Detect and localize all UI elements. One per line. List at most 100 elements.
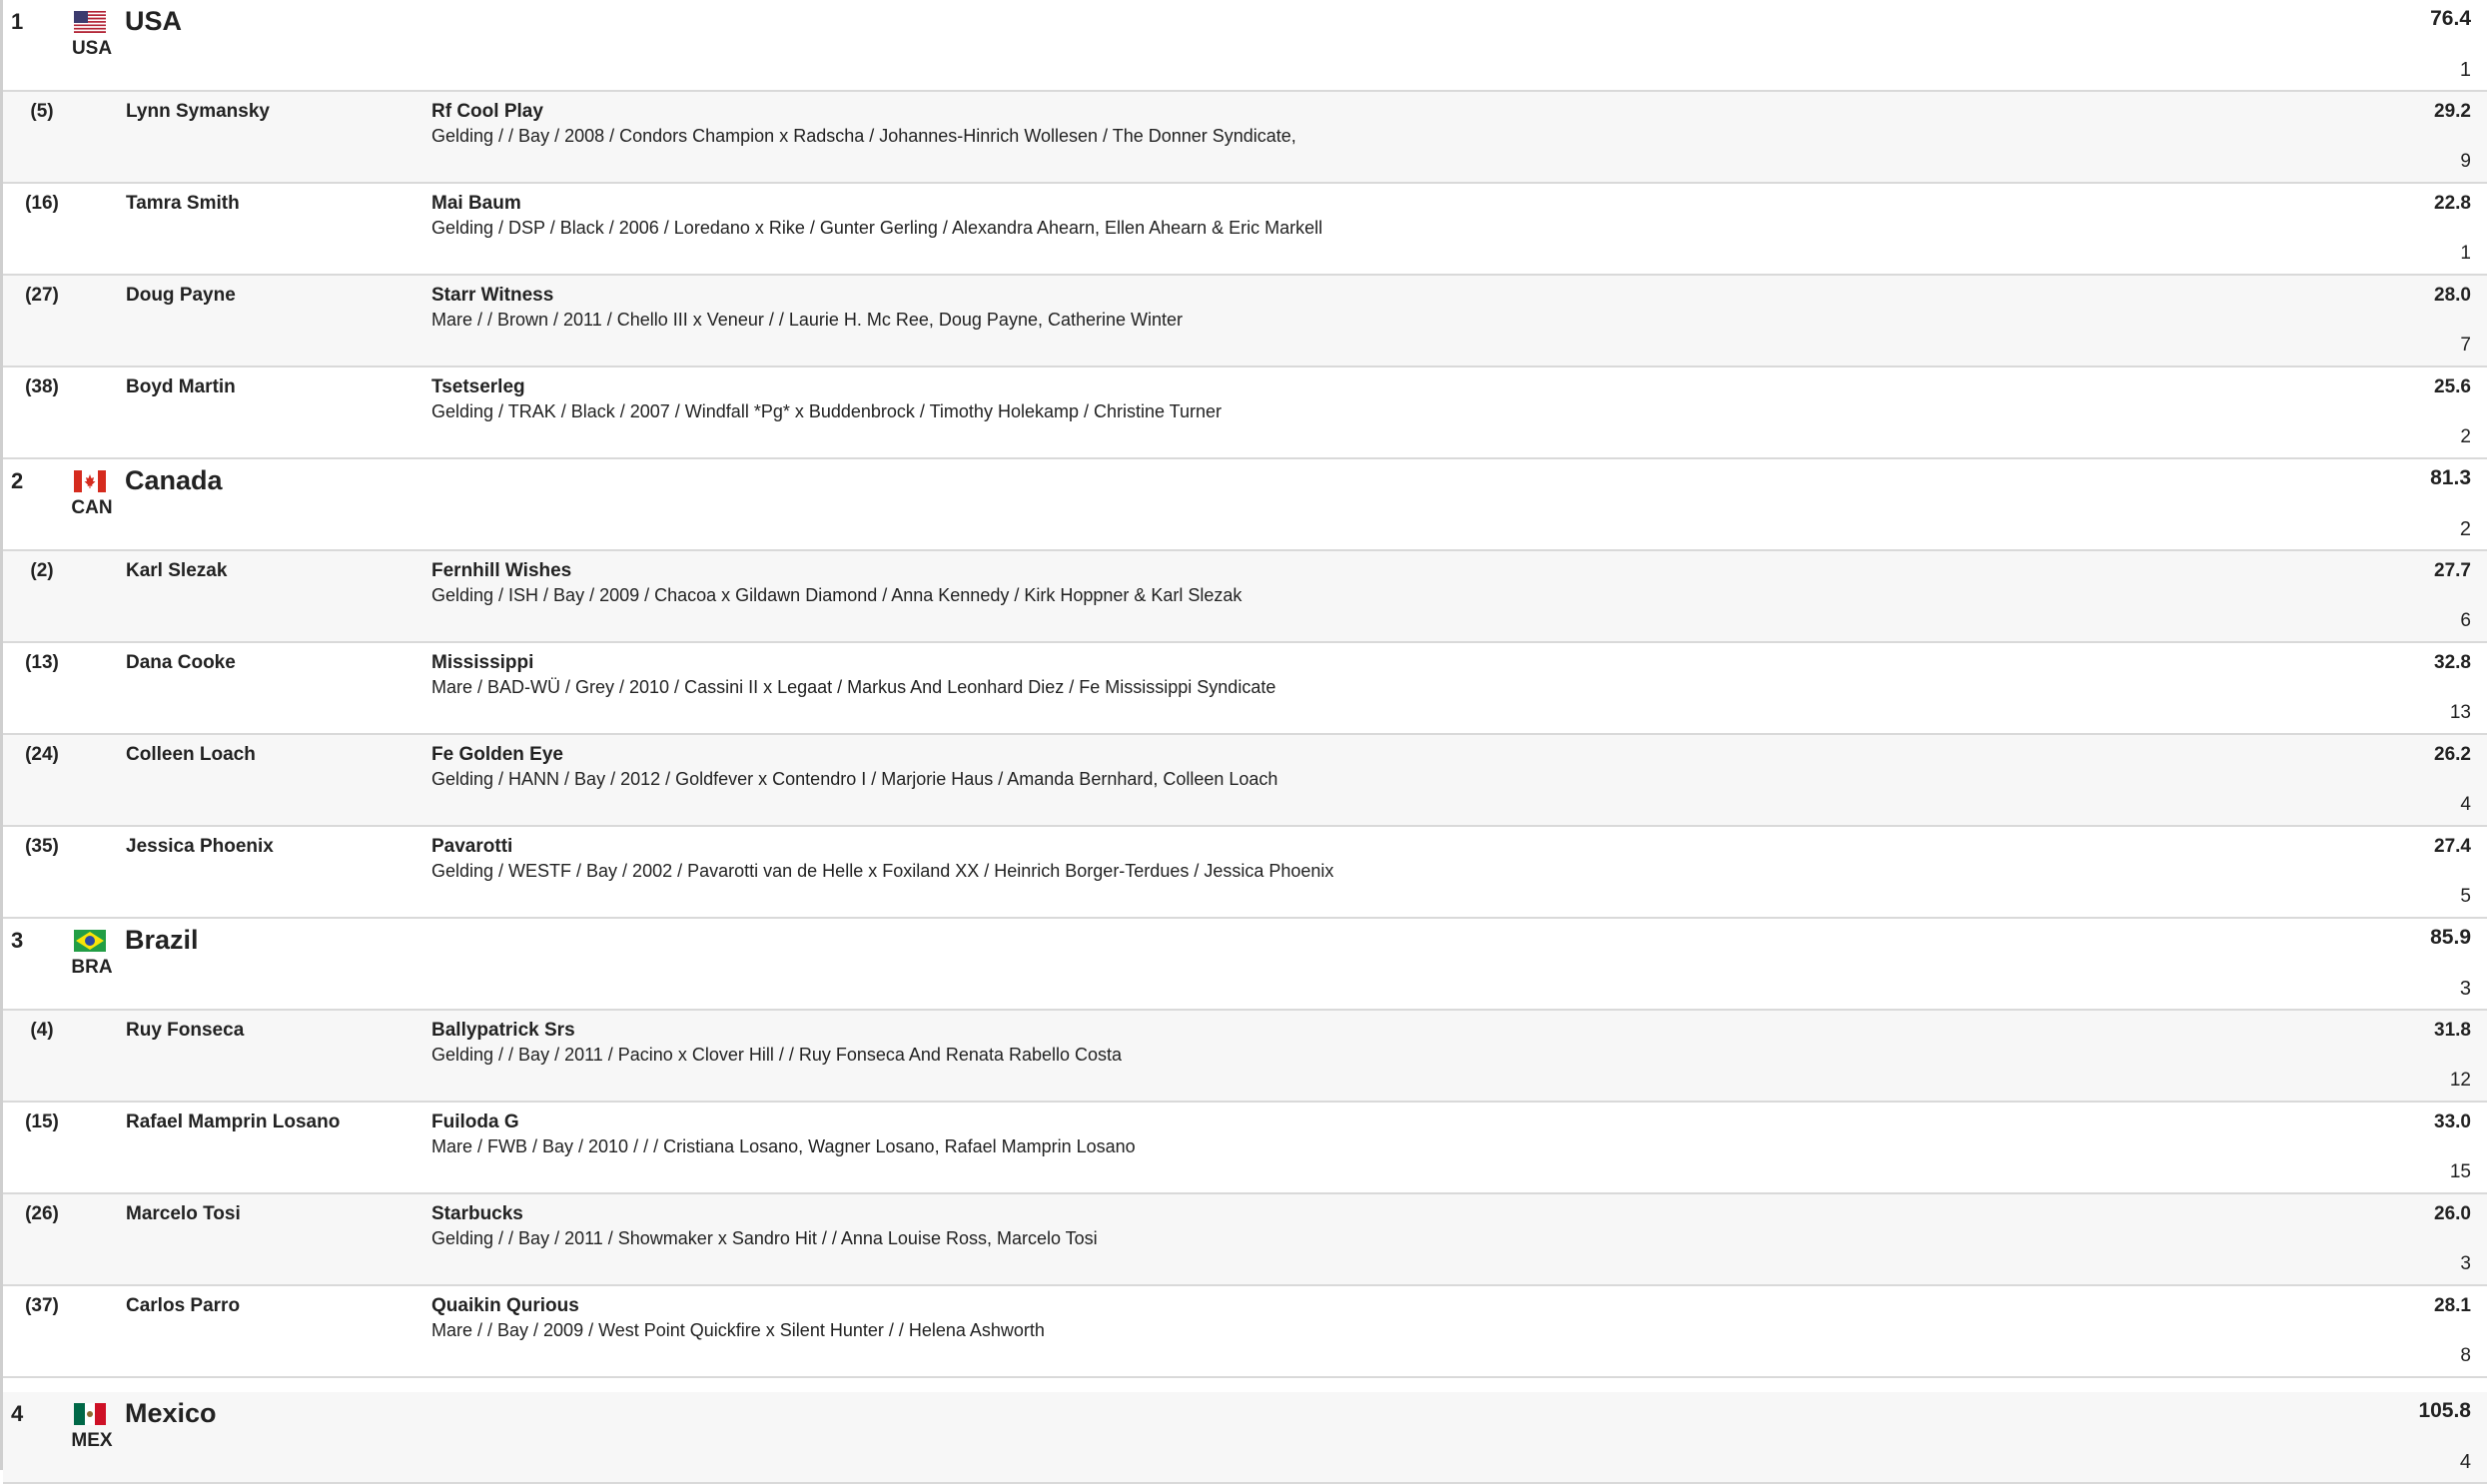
team-rank: 3: [11, 928, 24, 953]
team-place: 1: [2459, 59, 2471, 81]
rider-place: 4: [2460, 794, 2471, 815]
rider-score: 27.7: [2434, 560, 2471, 581]
rider-place: 6: [2460, 610, 2471, 631]
rider-place: 8: [2460, 1345, 2471, 1366]
start-number: (16): [25, 193, 59, 214]
team-name[interactable]: Brazil: [125, 925, 199, 956]
team-code: USA: [71, 38, 113, 59]
rider-row[interactable]: (27) Doug Payne Starr Witness Mare / / Brow…: [3, 276, 2487, 368]
rider-name[interactable]: Karl Slezak: [126, 560, 227, 582]
horse-details: Gelding / HANN / Bay / 2012 / Goldfever …: [431, 769, 1278, 789]
rider-row[interactable]: (13) Dana Cooke Mississippi Mare / BAD-WÜ /…: [3, 643, 2487, 735]
horse-details: Gelding / / Bay / 2011 / Showmaker x San…: [431, 1228, 1098, 1248]
team-place: 4: [2459, 1451, 2471, 1473]
rider-name[interactable]: Doug Payne: [126, 285, 236, 307]
rider-row[interactable]: (37) Carlos Parro Quaikin Qurious Mare / / …: [3, 1286, 2487, 1378]
horse-name[interactable]: Mai Baum: [431, 193, 521, 215]
rider-name[interactable]: Carlos Parro: [126, 1295, 240, 1317]
rider-row[interactable]: (38) Boyd Martin Tsetserleg Gelding / TRAK …: [3, 368, 2487, 459]
horse-details: Mare / / Brown / 2011 / Chello III x Ven…: [431, 310, 1184, 330]
team-name[interactable]: USA: [125, 6, 182, 37]
rider-row[interactable]: (16) Tamra Smith Mai Baum Gelding / DSP / B…: [3, 184, 2487, 276]
team-score: 85.9: [2430, 926, 2471, 949]
rider-name[interactable]: Rafael Mamprin Losano: [126, 1112, 340, 1133]
horse-details: Gelding / WESTF / Bay / 2002 / Pavarotti…: [431, 861, 1334, 881]
team-name[interactable]: Mexico: [125, 1398, 217, 1429]
horse-details: Mare / BAD-WÜ / Grey / 2010 / Cassini II…: [431, 677, 1276, 697]
rider-place: 9: [2460, 151, 2471, 172]
team-score: 105.8: [2418, 1399, 2471, 1422]
team-code: CAN: [71, 497, 113, 518]
rider-row[interactable]: (24) Colleen Loach Fe Golden Eye Gelding / …: [3, 735, 2487, 827]
usa-flag-icon: [74, 11, 106, 33]
rider-name[interactable]: Dana Cooke: [126, 652, 236, 674]
horse-name[interactable]: Starr Witness: [431, 285, 553, 307]
team-name[interactable]: Canada: [125, 465, 223, 496]
rider-score: 29.2: [2434, 101, 2471, 122]
horse-name[interactable]: Fe Golden Eye: [431, 744, 563, 766]
rider-row[interactable]: (35) Jessica Phoenix Pavarotti Gelding / WE…: [3, 827, 2487, 919]
canada-flag-icon: [74, 470, 106, 492]
horse-name[interactable]: Starbucks: [431, 1203, 523, 1225]
team-score: 76.4: [2430, 7, 2471, 30]
rider-score: 28.1: [2434, 1295, 2471, 1316]
horse-name[interactable]: Fernhill Wishes: [431, 560, 571, 582]
start-number: (27): [25, 285, 59, 306]
rider-score: 25.6: [2434, 376, 2471, 397]
rider-score: 31.8: [2434, 1020, 2471, 1041]
horse-details: Gelding / DSP / Black / 2006 / Loredano …: [431, 218, 1323, 238]
rider-row[interactable]: (5) Lynn Symansky Rf Cool Play Gelding / / …: [3, 92, 2487, 184]
team-place: 3: [2459, 978, 2471, 1000]
horse-name[interactable]: Mississippi: [431, 652, 533, 674]
team-row[interactable]: 4 MEX Mexico 105.8 4: [3, 1392, 2487, 1484]
rider-name[interactable]: Colleen Loach: [126, 744, 256, 766]
rider-row[interactable]: (15) Rafael Mamprin Losano Fuiloda G Mare /…: [3, 1103, 2487, 1194]
start-number: (24): [25, 744, 59, 765]
start-number: (13): [25, 652, 59, 673]
horse-details: Gelding / TRAK / Black / 2007 / Windfall…: [431, 401, 1223, 421]
horse-name[interactable]: Ballypatrick Srs: [431, 1020, 575, 1042]
team-results-list: 1 USA USA 76.4 1 (5) Lynn Symansky Rf Cool Play…: [0, 0, 2487, 1484]
start-number: (35): [25, 836, 59, 857]
rider-name[interactable]: Tamra Smith: [126, 193, 240, 215]
rider-place: 13: [2449, 702, 2471, 723]
team-row[interactable]: 1 USA USA 76.4 1: [3, 0, 2487, 92]
start-number: (37): [25, 1295, 59, 1316]
horse-name[interactable]: Tsetserleg: [431, 376, 525, 398]
rider-place: 15: [2449, 1161, 2471, 1182]
start-number: (15): [25, 1112, 59, 1132]
rider-score: 33.0: [2434, 1112, 2471, 1132]
start-number: (5): [30, 101, 54, 122]
rider-name[interactable]: Lynn Symansky: [126, 101, 270, 123]
horse-name[interactable]: Quaikin Qurious: [431, 1295, 579, 1317]
rider-row[interactable]: (4) Ruy Fonseca Ballypatrick Srs Gelding / …: [3, 1011, 2487, 1103]
start-number: (38): [25, 376, 59, 397]
rider-score: 26.0: [2434, 1203, 2471, 1224]
rider-row[interactable]: (2) Karl Slezak Fernhill Wishes Gelding / I…: [3, 551, 2487, 643]
rider-score: 27.4: [2434, 836, 2471, 857]
brazil-flag-icon: [74, 930, 106, 952]
team-code: BRA: [71, 957, 113, 978]
rider-place: 7: [2460, 335, 2471, 356]
team-row[interactable]: 2 CAN Canada 81.3 2: [3, 459, 2487, 551]
rider-place: 2: [2460, 426, 2471, 447]
team-place: 2: [2459, 518, 2471, 540]
start-number: (26): [25, 1203, 59, 1224]
horse-name[interactable]: Rf Cool Play: [431, 101, 543, 123]
rider-row[interactable]: (26) Marcelo Tosi Starbucks Gelding / / Bay…: [3, 1194, 2487, 1286]
rider-place: 5: [2460, 886, 2471, 907]
start-number: (2): [30, 560, 54, 581]
horse-name[interactable]: Fuiloda G: [431, 1112, 519, 1133]
horse-details: Gelding / ISH / Bay / 2009 / Chacoa x Gi…: [431, 585, 1243, 605]
team-row[interactable]: 3 BRA Brazil 85.9 3: [3, 919, 2487, 1011]
rider-name[interactable]: Ruy Fonseca: [126, 1020, 244, 1042]
horse-details: Gelding / / Bay / 2011 / Pacino x Clover…: [431, 1045, 1123, 1065]
rider-name[interactable]: Marcelo Tosi: [126, 1203, 241, 1225]
team-score: 81.3: [2430, 466, 2471, 489]
horse-details: Gelding / / Bay / 2008 / Condors Champio…: [431, 126, 1296, 146]
horse-name[interactable]: Pavarotti: [431, 836, 512, 858]
team-rank: 2: [11, 468, 24, 493]
rider-name[interactable]: Boyd Martin: [126, 376, 236, 398]
horse-details: Mare / FWB / Bay / 2010 / / / Cristiana …: [431, 1136, 1136, 1156]
rider-name[interactable]: Jessica Phoenix: [126, 836, 274, 858]
